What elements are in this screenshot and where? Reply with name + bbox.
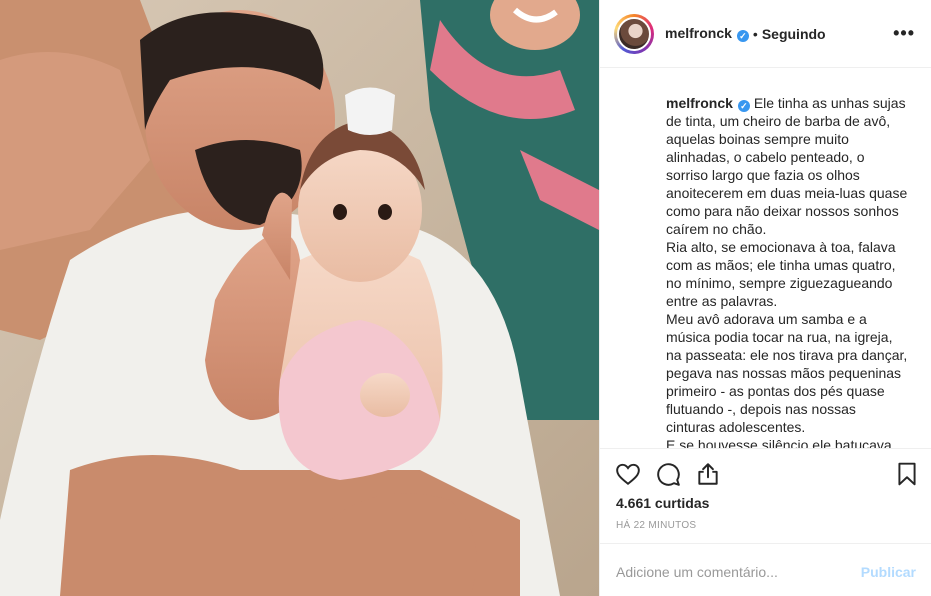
verified-badge-icon: ✓ (736, 30, 749, 42)
header-username[interactable]: melfronck ✓ (665, 25, 749, 42)
heart-icon[interactable] (615, 461, 641, 487)
bookmark-icon[interactable] (894, 461, 920, 487)
comment-icon[interactable] (655, 461, 681, 487)
post-actions-section: 4.661 curtidas HÁ 22 MINUTOS Publicar (600, 448, 931, 596)
caption-paragraph-4: E se houvesse silêncio ele batucava na (666, 437, 892, 448)
header-username-text[interactable]: melfronck (665, 25, 732, 41)
caption-username[interactable]: melfronck (666, 95, 733, 111)
caption-paragraph-3: Meu avô adorava um samba e a música podi… (666, 311, 908, 435)
publish-button[interactable]: Publicar (861, 564, 916, 580)
caption-text-1: Ele tinha as unhas sujas de tinta, um ch… (666, 95, 908, 237)
follow-status-button[interactable]: Seguindo (762, 26, 826, 42)
likes-count[interactable]: 4.661 curtidas (616, 495, 709, 511)
comment-input[interactable] (616, 563, 861, 580)
more-options-icon[interactable]: ••• (893, 23, 915, 44)
caption-scroll-area[interactable]: melfronck ✓ Ele tinha as unhas sujas de t… (600, 69, 931, 448)
caption-paragraph-1: melfronck ✓ Ele tinha as unhas sujas de t… (666, 94, 908, 238)
share-icon[interactable] (695, 461, 721, 487)
avatar[interactable] (617, 16, 651, 51)
caption: melfronck ✓ Ele tinha as unhas sujas de t… (666, 94, 908, 448)
avatar-story-ring[interactable] (614, 13, 654, 54)
post-timestamp[interactable]: HÁ 22 MINUTOS (616, 520, 696, 531)
action-icons-row (615, 461, 721, 487)
post-photo-image (0, 0, 599, 596)
post-photo[interactable] (0, 0, 599, 596)
header-separator: • (752, 25, 758, 42)
comment-form: Publicar (600, 543, 931, 596)
caption-verified-badge-icon: ✓ (737, 100, 750, 112)
post-side-panel: melfronck ✓ • Seguindo ••• melfronck ✓ Ele… (599, 0, 931, 596)
caption-paragraph-2: Ria alto, se emocionava à toa, falava co… (666, 239, 896, 309)
post-header: melfronck ✓ • Seguindo ••• (600, 0, 931, 68)
